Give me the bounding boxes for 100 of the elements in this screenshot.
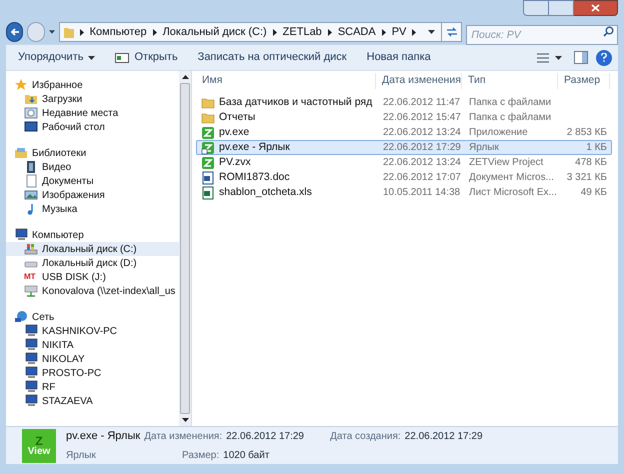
detail-value: 1020 байт [222, 448, 270, 463]
column-header[interactable]: Имя [196, 73, 376, 89]
navigation-item[interactable]: Недавние места [6, 106, 179, 120]
toolbar-button[interactable]: Упорядочить [12, 46, 102, 68]
file-row[interactable]: pv.exe 22.06.2012 13:24 Приложение 2 853 КБ [196, 125, 612, 140]
breadcrumb-item[interactable]: Компьютер [90, 24, 147, 40]
navigation-group[interactable]: Избранное [6, 78, 179, 92]
downloads-folder-icon [24, 92, 38, 106]
breadcrumb-arrow-icon[interactable] [412, 28, 416, 36]
back-button[interactable] [6, 22, 24, 42]
file-name: shablon_otcheta.xls [219, 184, 312, 200]
list-view-icon [537, 52, 549, 62]
star-icon [14, 78, 28, 92]
computer-icon [24, 324, 38, 338]
type-cell-text: Лист Microsoft Ex... [468, 186, 558, 200]
size-cell-text: 3 321 КБ [566, 171, 607, 185]
date-cell-text: 22.06.2012 13:24 [382, 156, 462, 170]
date-cell-text: 10.05.2011 14:38 [382, 186, 462, 200]
navigation-item[interactable]: Видео [6, 160, 179, 174]
desktop-icon [24, 120, 38, 134]
navigation-item[interactable]: RF [6, 380, 179, 394]
computer-icon [24, 366, 38, 380]
usb-badge-icon: MT [24, 271, 38, 283]
breadcrumb-arrow-icon[interactable] [382, 28, 386, 36]
type-cell-text: Папка с файлами [468, 96, 552, 110]
size-cell-text: 1 КБ [586, 141, 607, 155]
computer-icon [24, 394, 38, 408]
navigation-item[interactable]: Konovalova (\\zet-index\all_us [6, 284, 179, 298]
file-name: pv.exe [219, 124, 250, 140]
folder-icon [64, 26, 74, 38]
picture-icon [24, 188, 38, 202]
breadcrumb-item[interactable]: Локальный диск (C:) [162, 24, 267, 40]
navigation-item[interactable]: Рабочий стол [6, 120, 179, 134]
date-cell-text: 22.06.2012 17:29 [382, 141, 462, 155]
application-icon [201, 156, 215, 170]
minimize-button[interactable] [523, 0, 549, 16]
size-cell-text: 2 853 КБ [566, 126, 607, 140]
file-name: Отчеты [219, 110, 256, 125]
preview-pane-button[interactable] [574, 51, 588, 64]
document-icon [24, 174, 38, 188]
search-field[interactable]: Поиск: PV [466, 25, 618, 45]
breadcrumb-item[interactable]: PV [392, 24, 406, 40]
navigation-item[interactable]: PROSTO-PC [6, 366, 179, 380]
file-row[interactable]: shablon_otcheta.xls 10.05.2011 14:38 Лист Microsoft Ex... 49 КБ [196, 185, 612, 200]
navigation-item[interactable]: NIKITA [6, 338, 179, 352]
document-icon [201, 170, 215, 184]
date-cell-text: 22.06.2012 15:47 [382, 111, 462, 125]
breadcrumb-arrow-icon[interactable] [80, 28, 84, 36]
column-header[interactable]: Дата изменения [376, 73, 462, 89]
history-caret-icon[interactable] [48, 30, 55, 34]
column-header[interactable]: Тип [462, 73, 558, 89]
size-cell-text: 49 КБ [580, 186, 607, 200]
navigation-item[interactable]: Загрузки [6, 92, 179, 106]
navigation-item[interactable]: Изображения [6, 188, 179, 202]
navigation-item[interactable]: Музыка [6, 202, 179, 216]
folder-icon [201, 110, 215, 124]
breadcrumb-arrow-icon[interactable] [152, 28, 157, 36]
file-row[interactable]: pv.exe - Ярлык 22.06.2012 17:29 Ярлык 1 КБ [196, 140, 612, 155]
type-cell-text: Ярлык [468, 141, 500, 155]
detail-value: 22.06.2012 17:29 [226, 430, 305, 444]
scrollbar[interactable] [179, 71, 191, 426]
computer-icon [24, 380, 38, 394]
navigation-item[interactable]: MT USB DISK (J:) [6, 270, 179, 284]
navigation-item[interactable]: Локальный диск (D:) [6, 256, 179, 270]
close-button[interactable] [574, 0, 618, 16]
scroll-up-icon[interactable] [182, 75, 188, 79]
help-button[interactable] [596, 50, 612, 66]
type-cell-text: Документ Micros... [468, 171, 555, 185]
file-row[interactable]: PV.zvx 22.06.2012 13:24 ZETView Project 478 КБ [196, 155, 612, 170]
navigation-group[interactable]: Сеть [6, 310, 179, 324]
navigation-item[interactable]: KASHNIKOV-PC [6, 324, 179, 338]
maximize-button[interactable] [549, 0, 574, 16]
file-row[interactable]: База датчиков и частотный ряд 22.06.2012 11:47 Папка с файлами [196, 95, 612, 110]
navigation-group[interactable]: Компьютер [6, 228, 179, 242]
refresh-icon [446, 27, 458, 37]
toolbar-button[interactable]: Новая папка [360, 46, 437, 68]
breadcrumb-item[interactable]: ZETLab [282, 24, 322, 40]
navigation-item[interactable]: Документы [6, 174, 179, 188]
navigation-item[interactable]: NIKOLAY [6, 352, 179, 366]
close-icon [591, 4, 600, 12]
computer-icon [14, 228, 28, 242]
breadcrumb-arrow-icon[interactable] [328, 28, 332, 36]
column-header[interactable]: Размер [558, 73, 610, 89]
dropdown-caret-icon[interactable] [428, 30, 436, 34]
file-row[interactable]: Отчеты 22.06.2012 15:47 Папка с файлами [196, 110, 612, 125]
breadcrumb-item[interactable]: SCADA [338, 24, 376, 40]
address-bar[interactable]: Компьютер Локальный диск (C:) ZETLab SCADA PV [58, 22, 462, 42]
type-cell-text: Приложение [468, 126, 529, 140]
selected-file-name: pv.exe - Ярлык [66, 429, 140, 444]
search-icon [603, 26, 614, 37]
toolbar-button[interactable]: Записать на оптический диск [192, 46, 353, 68]
scroll-down-icon[interactable] [182, 418, 188, 422]
file-row[interactable]: ROMI1873.doc 22.06.2012 17:07 Документ Micros... 3 321 КБ [196, 170, 612, 185]
film-icon [24, 160, 38, 174]
navigation-item[interactable]: STAZAEVA [6, 394, 179, 408]
navigation-item[interactable]: Локальный диск (C:) [6, 242, 179, 256]
navigation-group[interactable]: Библиотеки [6, 146, 179, 160]
breadcrumb-arrow-icon[interactable] [272, 28, 277, 36]
scroll-thumb[interactable] [180, 83, 190, 414]
toolbar-button[interactable]: Открыть [109, 46, 184, 68]
